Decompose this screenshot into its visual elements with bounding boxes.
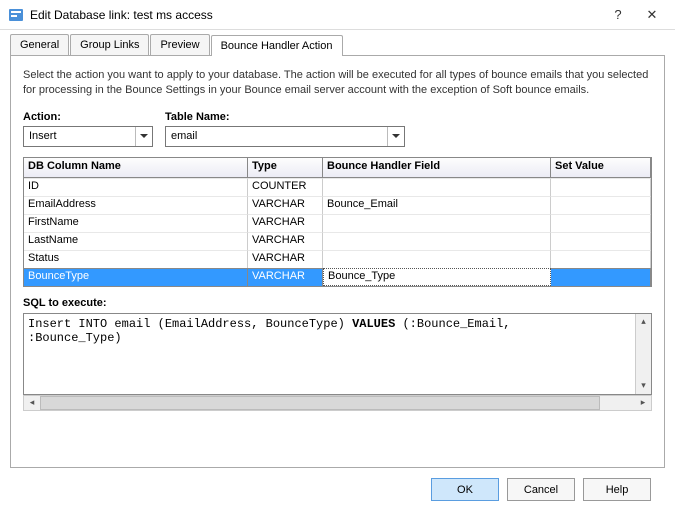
tab-preview[interactable]: Preview xyxy=(150,34,209,55)
grid-cell-bounce-field xyxy=(323,232,551,250)
grid-cell-db-column: ID xyxy=(24,178,248,196)
grid-body: IDCOUNTEREmailAddressVARCHARBounce_Email… xyxy=(24,178,651,286)
scroll-left-icon[interactable]: ◂ xyxy=(24,396,40,410)
horizontal-scrollbar[interactable]: ◂ ▸ xyxy=(23,395,652,411)
table-row[interactable]: FirstNameVARCHAR xyxy=(24,214,651,232)
field-row: Action: Insert Table Name: email xyxy=(23,111,652,147)
grid-header-type[interactable]: Type xyxy=(248,158,323,178)
grid-cell-type: VARCHAR xyxy=(248,232,323,250)
action-combo[interactable]: Insert xyxy=(23,126,153,147)
sql-box: Insert INTO email (EmailAddress, BounceT… xyxy=(23,313,652,395)
tab-bounce-handler-action[interactable]: Bounce Handler Action xyxy=(211,35,343,56)
grid-cell-db-column: Status xyxy=(24,250,248,268)
grid-cell-db-column: FirstName xyxy=(24,214,248,232)
table-name-value: email xyxy=(166,130,387,142)
content-area: General Group Links Preview Bounce Handl… xyxy=(0,30,675,511)
grid-cell-db-column: EmailAddress xyxy=(24,196,248,214)
grid-cell-type: VARCHAR xyxy=(248,196,323,214)
grid-header-set-value[interactable]: Set Value xyxy=(551,158,651,178)
help-button[interactable]: Help xyxy=(583,478,651,501)
grid-cell-set-value xyxy=(551,268,651,286)
titlebar: Edit Database link: test ms access ? ✕ xyxy=(0,0,675,30)
grid-cell-bounce-field xyxy=(323,250,551,268)
columns-grid: DB Column Name Type Bounce Handler Field… xyxy=(23,157,652,287)
close-icon[interactable]: ✕ xyxy=(637,5,667,25)
table-name-combo[interactable]: email xyxy=(165,126,405,147)
sql-label: SQL to execute: xyxy=(23,297,652,309)
scroll-thumb[interactable] xyxy=(40,396,600,410)
window-controls: ? ✕ xyxy=(603,5,667,25)
grid-header-bounce-field[interactable]: Bounce Handler Field xyxy=(323,158,551,178)
table-row[interactable]: LastNameVARCHAR xyxy=(24,232,651,250)
grid-cell-type: COUNTER xyxy=(248,178,323,196)
table-row[interactable]: StatusVARCHAR xyxy=(24,250,651,268)
grid-cell-db-column: LastName xyxy=(24,232,248,250)
grid-cell-type: VARCHAR xyxy=(248,268,323,286)
grid-cell-bounce-field xyxy=(323,178,551,196)
grid-cell-type: VARCHAR xyxy=(248,214,323,232)
ok-button[interactable]: OK xyxy=(431,478,499,501)
action-field: Action: Insert xyxy=(23,111,153,147)
help-button-icon[interactable]: ? xyxy=(603,5,633,25)
grid-cell-set-value xyxy=(551,214,651,232)
grid-cell-set-value xyxy=(551,196,651,214)
scroll-right-icon[interactable]: ▸ xyxy=(635,396,651,410)
window-title: Edit Database link: test ms access xyxy=(30,8,603,22)
action-value: Insert xyxy=(24,130,135,142)
grid-cell-db-column: BounceType xyxy=(24,268,248,286)
scroll-track[interactable] xyxy=(40,396,635,410)
dialog-buttons: OK Cancel Help xyxy=(10,468,665,501)
grid-header-db-column[interactable]: DB Column Name xyxy=(24,158,248,178)
grid-header: DB Column Name Type Bounce Handler Field… xyxy=(24,158,651,178)
table-name-label: Table Name: xyxy=(165,111,405,123)
grid-cell-bounce-field: Bounce_Email xyxy=(323,196,551,214)
panel-description: Select the action you want to apply to y… xyxy=(23,68,652,99)
table-row[interactable]: IDCOUNTER xyxy=(24,178,651,196)
scroll-down-icon[interactable]: ▾ xyxy=(636,378,651,394)
sql-vertical-scrollbar[interactable]: ▴ ▾ xyxy=(635,314,651,394)
app-icon xyxy=(8,7,24,23)
chevron-down-icon xyxy=(135,127,152,146)
grid-cell-type: VARCHAR xyxy=(248,250,323,268)
scroll-up-icon[interactable]: ▴ xyxy=(636,314,651,330)
grid-cell-set-value xyxy=(551,178,651,196)
grid-cell-bounce-field xyxy=(323,214,551,232)
grid-cell-set-value xyxy=(551,232,651,250)
cancel-button[interactable]: Cancel xyxy=(507,478,575,501)
table-row[interactable]: BounceTypeVARCHARBounce_Type xyxy=(24,268,651,286)
table-name-field: Table Name: email xyxy=(165,111,405,147)
grid-cell-bounce-field: Bounce_Type xyxy=(323,268,551,286)
tab-strip: General Group Links Preview Bounce Handl… xyxy=(10,34,665,56)
tab-group-links[interactable]: Group Links xyxy=(70,34,149,55)
sql-text[interactable]: Insert INTO email (EmailAddress, BounceT… xyxy=(24,314,635,394)
tab-general[interactable]: General xyxy=(10,34,69,55)
grid-cell-set-value xyxy=(551,250,651,268)
action-label: Action: xyxy=(23,111,153,123)
tab-panel: Select the action you want to apply to y… xyxy=(10,56,665,468)
chevron-down-icon xyxy=(387,127,404,146)
table-row[interactable]: EmailAddressVARCHARBounce_Email xyxy=(24,196,651,214)
